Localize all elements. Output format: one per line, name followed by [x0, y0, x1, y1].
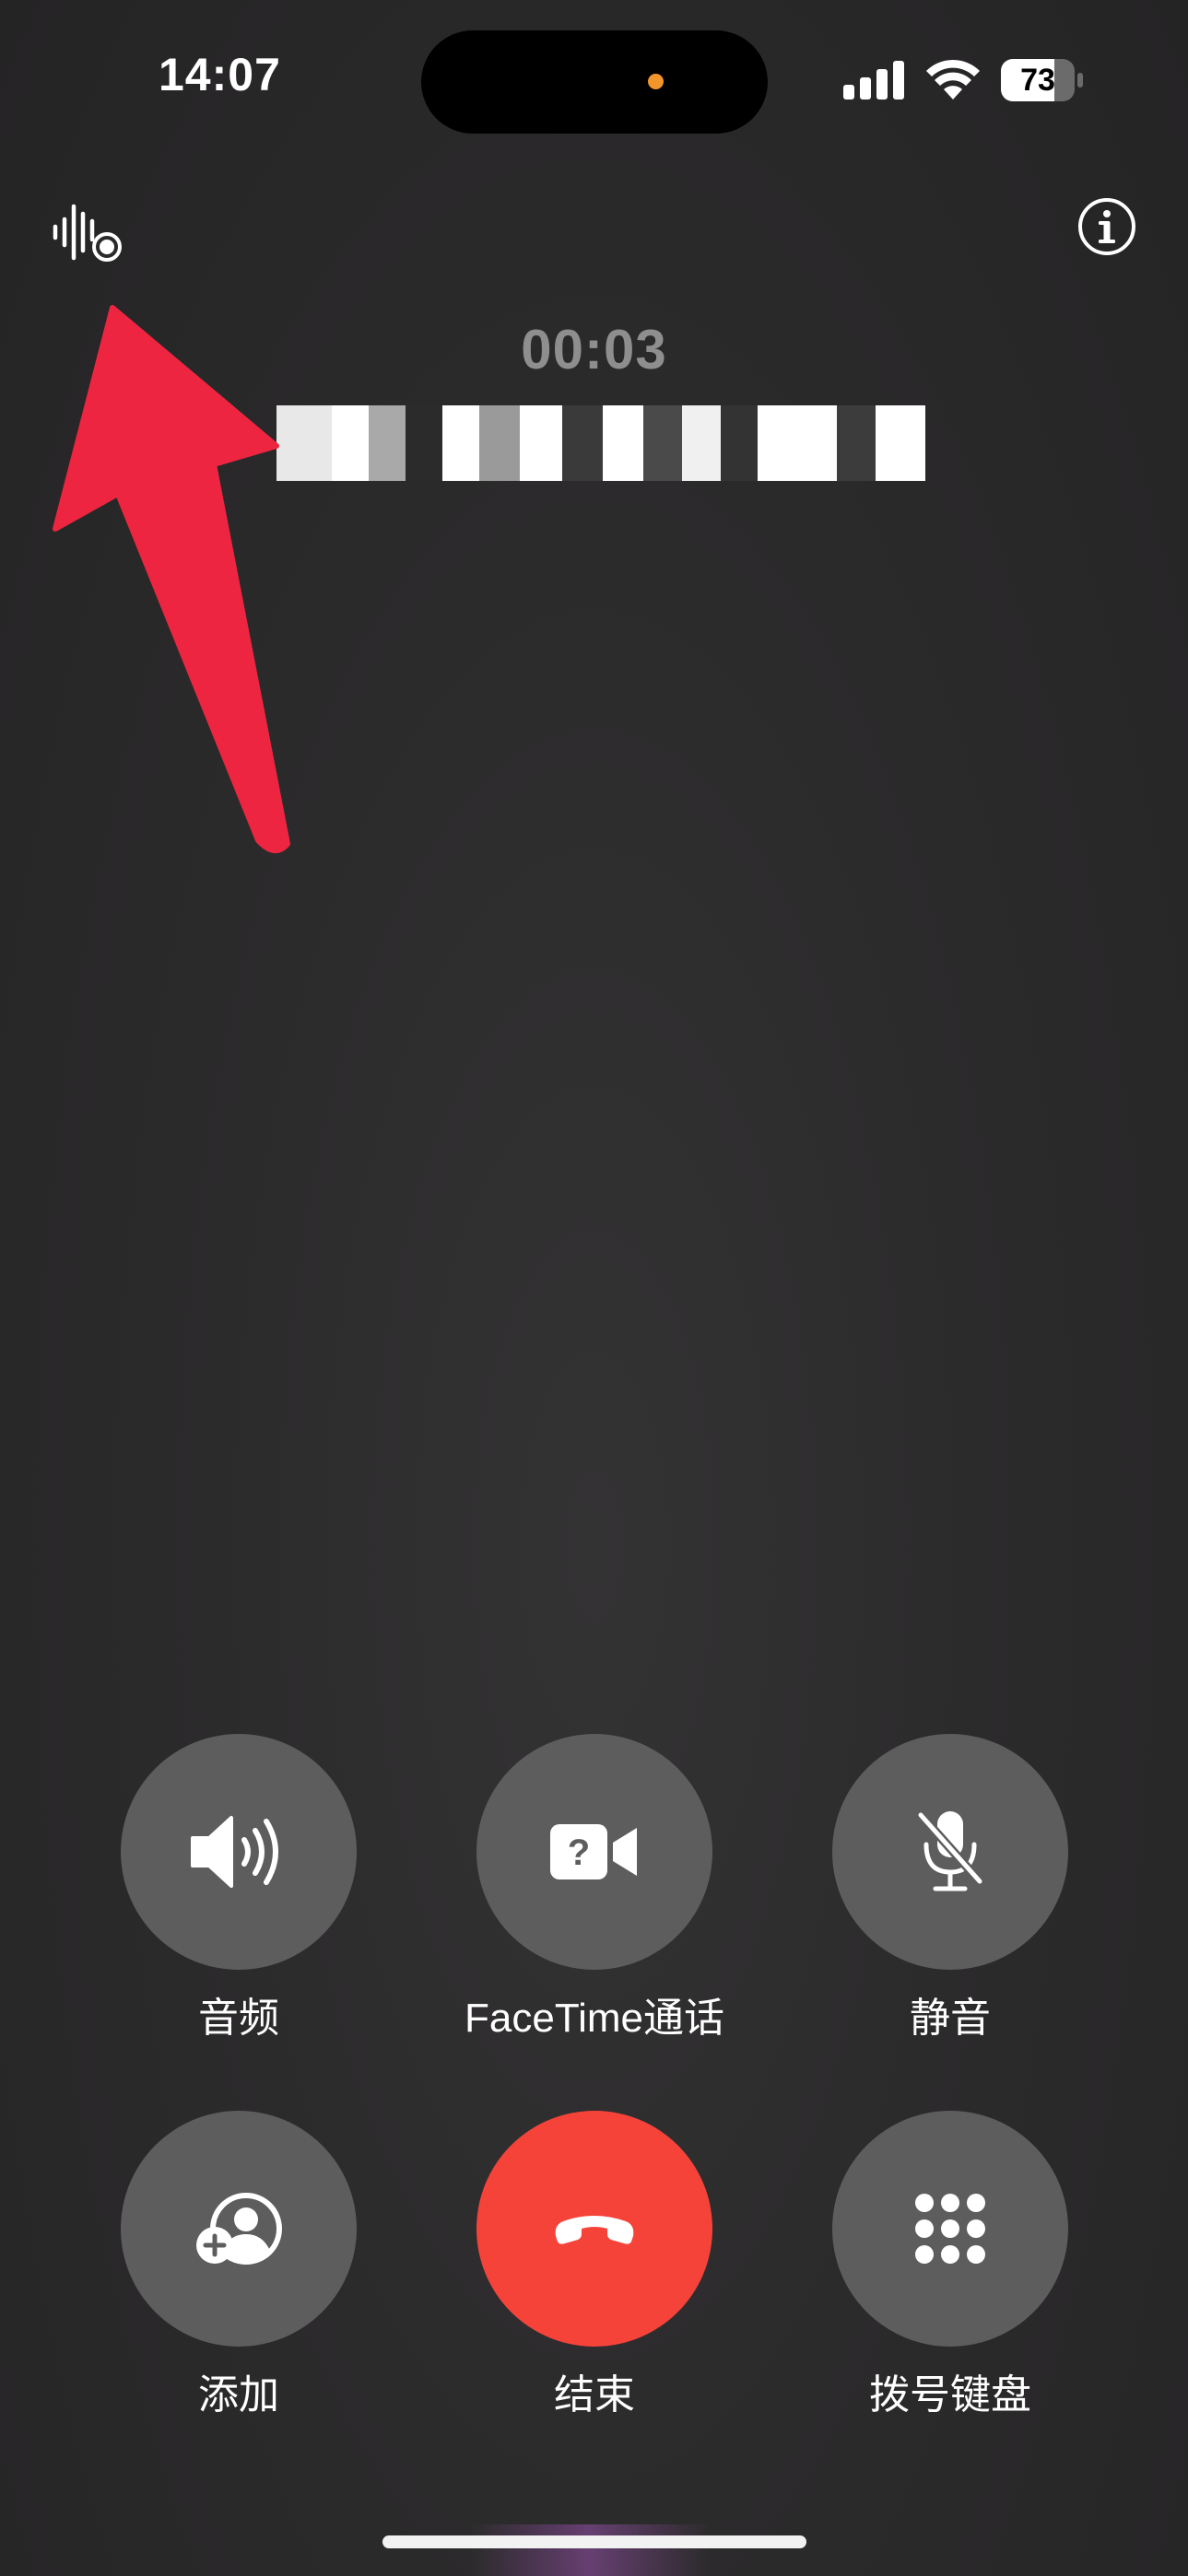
cellular-signal-icon [843, 61, 904, 100]
keypad-icon [915, 2194, 985, 2264]
add-person-icon [196, 2193, 282, 2265]
speaker-icon [191, 1816, 278, 1888]
info-icon[interactable] [1076, 196, 1137, 257]
keypad-label: 拨号键盘 [869, 2372, 1031, 2418]
call-recording-icon[interactable] [52, 203, 125, 265]
svg-text:?: ? [568, 1832, 590, 1873]
privacy-indicator-dot [648, 74, 664, 89]
facetime-video-icon: ? [550, 1824, 637, 1879]
mute-label: 静音 [910, 1996, 991, 2041]
end-call-button[interactable] [476, 2111, 712, 2347]
mute-button[interactable] [832, 1734, 1068, 1970]
home-indicator-glow [470, 2524, 710, 2576]
facetime-button[interactable]: ? [476, 1734, 712, 1970]
annotation-arrow [53, 305, 290, 853]
facetime-label: FaceTime通话 [465, 1996, 724, 2041]
add-call-label: 添加 [198, 2372, 279, 2418]
battery-level: 73 [1020, 63, 1055, 98]
add-call-button[interactable] [121, 2111, 357, 2347]
home-indicator[interactable] [382, 2535, 806, 2548]
status-time: 14:07 [159, 49, 281, 100]
mute-mic-icon [916, 1810, 984, 1891]
battery-indicator: 73 [1001, 59, 1084, 101]
redacted-phone-number [276, 405, 925, 481]
dynamic-island [421, 30, 768, 134]
wifi-icon [926, 59, 980, 100]
end-call-icon [555, 2216, 634, 2244]
keypad-button[interactable] [832, 2111, 1068, 2347]
end-call-label: 结束 [554, 2372, 635, 2418]
audio-button[interactable] [121, 1734, 357, 1970]
audio-label: 音频 [198, 1996, 279, 2041]
